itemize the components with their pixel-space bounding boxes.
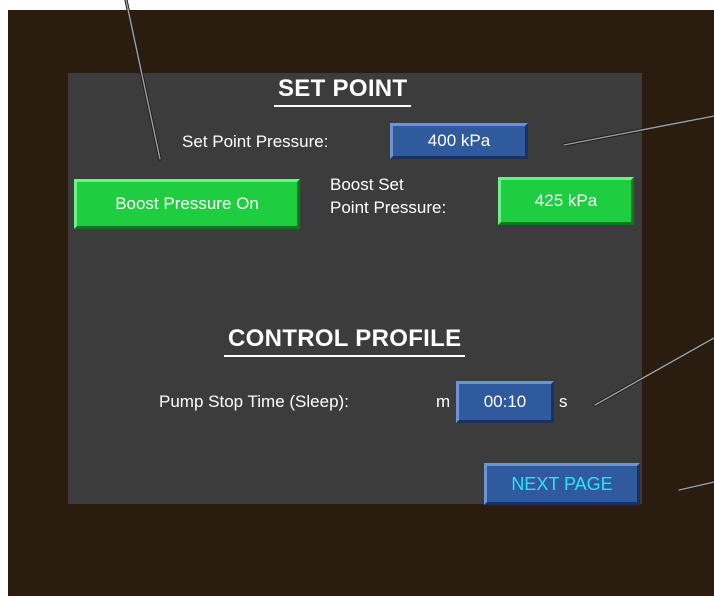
callout-lines [124, 0, 714, 492]
